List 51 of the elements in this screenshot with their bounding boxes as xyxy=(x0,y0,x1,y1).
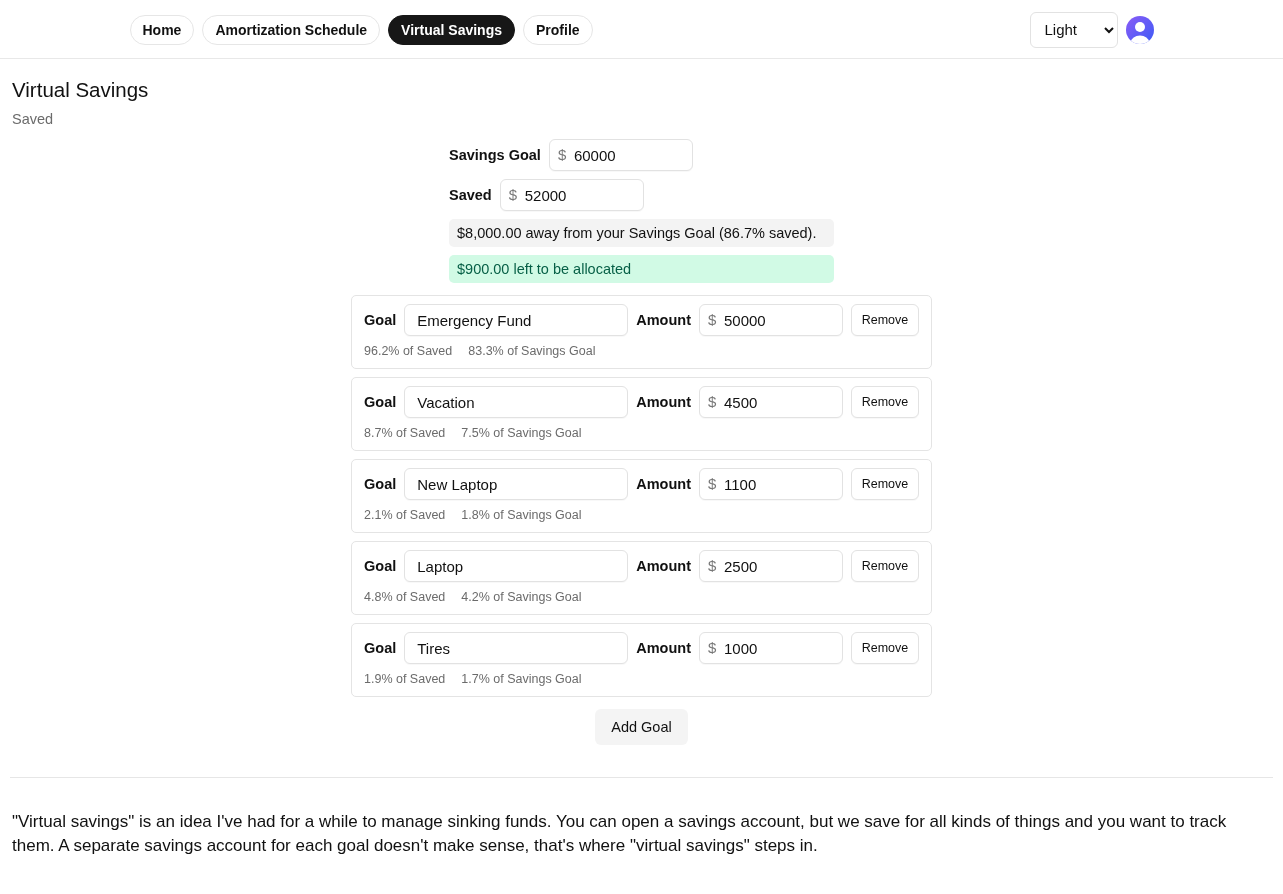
nav-tab[interactable]: Profile xyxy=(523,14,593,45)
theme-select[interactable]: Light xyxy=(1029,11,1118,48)
share-text: 4.8% of Saved xyxy=(364,589,446,605)
progress-notice: $8,000.00 away from your Savings Goal (86.7% saved). xyxy=(449,219,834,247)
goal-name-field[interactable]: Emergency Fund xyxy=(404,304,629,336)
remove-button[interactable]: Remove xyxy=(851,304,919,336)
currency-symbol: $ xyxy=(557,146,567,164)
allocation-notice: $900.00 left to be allocated xyxy=(449,255,834,283)
field-label: Savings Goal xyxy=(449,147,541,163)
share-text: 1.9% of Saved xyxy=(364,671,446,687)
field-label: Goal xyxy=(364,476,397,492)
page-subtitle: Saved xyxy=(12,110,55,128)
add-goal-button[interactable]: Add Goal xyxy=(595,709,688,745)
field-label: Amount xyxy=(636,394,691,410)
avatar-icon[interactable] xyxy=(1125,15,1154,44)
field-label: Amount xyxy=(636,558,691,574)
goal-name-field[interactable]: New Laptop xyxy=(404,468,629,500)
currency-symbol: $ xyxy=(508,186,518,204)
remove-button[interactable]: Remove xyxy=(851,550,919,582)
share-text: 1.7% of Savings Goal xyxy=(461,671,582,687)
description-text: "Virtual savings" is an idea I've had for a while to manage sinking funds. You can open a savings account, but we save for all kinds of things and you want to track them. A separate savings account for each goal doesn't make sense, that's where "virtual savings" steps in. xyxy=(12,811,1228,857)
field-label: Amount xyxy=(636,640,691,656)
goal-name-field[interactable]: Tires xyxy=(404,632,629,664)
share-text: 83.3% of Savings Goal xyxy=(468,343,596,359)
nav-tab[interactable]: Home xyxy=(129,14,195,45)
currency-symbol: $ xyxy=(708,393,717,411)
share-text: 7.5% of Savings Goal xyxy=(461,425,582,441)
share-text: 2.1% of Saved xyxy=(364,507,446,523)
currency-symbol: $ xyxy=(708,475,717,493)
nav-tab[interactable]: Amortization Schedule xyxy=(202,14,381,45)
goal-name-field[interactable]: Vacation xyxy=(404,386,629,418)
share-text: 8.7% of Saved xyxy=(364,425,446,441)
nav-tab[interactable]: Virtual Savings xyxy=(388,14,515,45)
share-text: 1.8% of Savings Goal xyxy=(461,507,582,523)
remove-button[interactable]: Remove xyxy=(851,632,919,664)
remove-button[interactable]: Remove xyxy=(851,468,919,500)
currency-symbol: $ xyxy=(708,639,717,657)
field-label: Saved xyxy=(449,187,492,203)
field-label: Goal xyxy=(364,640,397,656)
field-label: Amount xyxy=(636,476,691,492)
goal-name-field[interactable]: Laptop xyxy=(404,550,629,582)
field-label: Amount xyxy=(636,312,691,328)
currency-symbol: $ xyxy=(708,557,717,575)
field-label: Goal xyxy=(364,394,397,410)
page-title: Virtual Savings xyxy=(12,78,150,102)
field-label: Goal xyxy=(364,558,397,574)
share-text: 4.2% of Savings Goal xyxy=(461,589,582,605)
share-text: 96.2% of Saved xyxy=(364,343,453,359)
field-label: Goal xyxy=(364,312,397,328)
remove-button[interactable]: Remove xyxy=(851,386,919,418)
currency-symbol: $ xyxy=(708,311,717,329)
